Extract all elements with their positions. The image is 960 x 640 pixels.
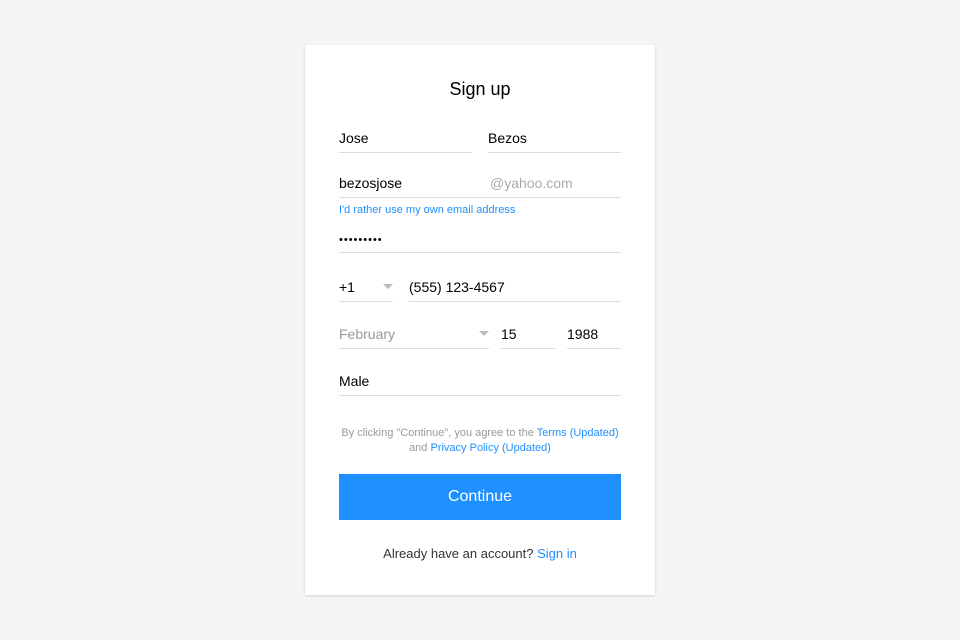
birth-day-input[interactable]	[501, 320, 555, 349]
page-title: Sign up	[339, 79, 621, 100]
privacy-link[interactable]: Privacy Policy (Updated)	[430, 442, 550, 454]
birth-month-select[interactable]: February	[339, 320, 489, 349]
signin-prompt: Already have an account? Sign in	[339, 546, 621, 561]
use-own-email-link[interactable]: I'd rather use my own email address	[339, 204, 515, 216]
continue-button[interactable]: Continue	[339, 474, 621, 520]
password-input[interactable]	[339, 228, 621, 253]
sign-in-link[interactable]: Sign in	[537, 546, 577, 561]
gender-input[interactable]	[339, 367, 621, 396]
chevron-down-icon	[479, 331, 489, 336]
email-local-input[interactable]	[339, 169, 470, 198]
birth-month-value: February	[339, 326, 475, 342]
first-name-input[interactable]	[339, 124, 472, 153]
agreement-text: By clicking "Continue", you agree to the…	[339, 426, 621, 457]
country-code-select[interactable]: +1	[339, 273, 393, 302]
phone-input[interactable]	[409, 273, 621, 302]
chevron-down-icon	[383, 284, 393, 289]
terms-link[interactable]: Terms (Updated)	[537, 427, 619, 439]
birth-year-input[interactable]	[567, 320, 621, 349]
email-domain-label: @yahoo.com	[470, 169, 621, 198]
country-code-value: +1	[339, 279, 379, 295]
last-name-input[interactable]	[488, 124, 621, 153]
signup-card: Sign up @yahoo.com I'd rather use my own…	[305, 45, 655, 596]
